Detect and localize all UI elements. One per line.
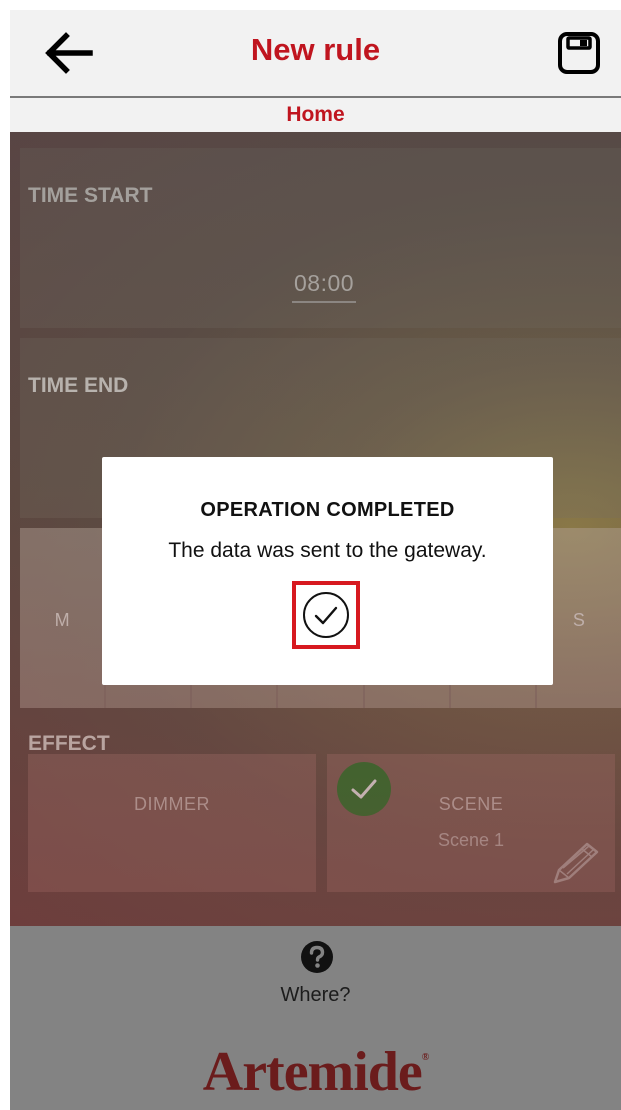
time-start-panel: TIME START 08:00: [20, 148, 621, 328]
question-circle-icon[interactable]: [300, 940, 334, 974]
app-screen: New rule Home TIME START 08:00 TIME END …: [10, 10, 621, 1110]
top-app-bar: New rule: [10, 10, 621, 98]
dialog-message: The data was sent to the gateway.: [168, 539, 487, 562]
edit-scene-pencil-icon[interactable]: [551, 838, 603, 886]
operation-completed-dialog: OPERATION COMPLETED The data was sent to…: [102, 457, 553, 685]
scene-label: SCENE: [438, 794, 504, 814]
location-subtitle: Home: [10, 98, 621, 132]
floppy-disk-icon: [558, 32, 600, 74]
day-label: M: [54, 610, 70, 630]
registered-mark: ®: [421, 1052, 430, 1063]
artemide-logo: Artemide®: [10, 1040, 621, 1104]
effect-dimmer-card[interactable]: DIMMER: [28, 754, 316, 892]
confirm-button[interactable]: [292, 581, 360, 649]
time-start-label: TIME START: [28, 184, 153, 207]
dimmer-label: DIMMER: [134, 794, 210, 814]
dialog-title: OPERATION COMPLETED: [200, 499, 455, 521]
effect-label: EFFECT: [28, 732, 110, 755]
page-title: New rule: [250, 32, 381, 67]
brand-name: Artemide: [202, 1041, 423, 1103]
time-end-label: TIME END: [28, 374, 129, 397]
save-button[interactable]: [556, 30, 602, 76]
time-start-value[interactable]: 08:00: [292, 270, 357, 303]
check-circle-icon: [303, 592, 349, 638]
where-help-link[interactable]: Where?: [10, 984, 621, 1007]
footer: Where? Artemide®: [10, 926, 621, 1110]
day-toggle[interactable]: M: [20, 528, 107, 708]
effect-scene-card[interactable]: SCENE Scene 1: [327, 754, 615, 892]
